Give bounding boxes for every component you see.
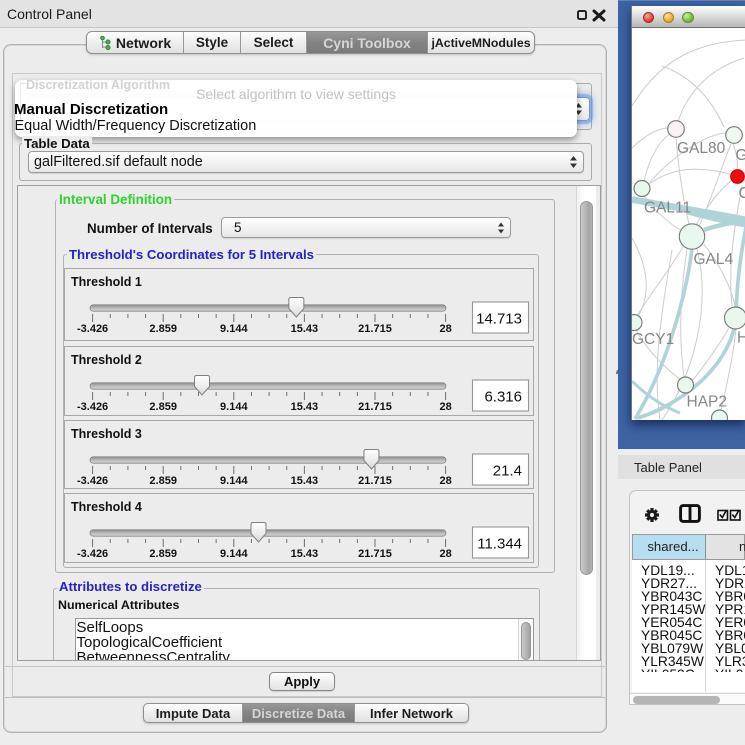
svg-text:14.713: 14.713 <box>476 311 522 328</box>
svg-text:9.144: 9.144 <box>220 401 248 413</box>
svg-text:28: 28 <box>439 475 451 487</box>
svg-text:15.43: 15.43 <box>291 548 319 560</box>
svg-text:15.43: 15.43 <box>291 475 319 487</box>
svg-text:21.715: 21.715 <box>358 475 392 487</box>
svg-text:-3.426: -3.426 <box>77 475 108 487</box>
svg-text:GAL80: GAL80 <box>677 140 726 157</box>
svg-text:28: 28 <box>439 548 451 560</box>
svg-text:GAL4: GAL4 <box>694 251 734 268</box>
svg-text:9.144: 9.144 <box>220 323 248 335</box>
svg-text:21.4: 21.4 <box>493 463 522 480</box>
svg-text:HAP2: HAP2 <box>687 394 728 411</box>
svg-text:9.144: 9.144 <box>220 475 248 487</box>
svg-text:28: 28 <box>439 401 451 413</box>
svg-text:2.859: 2.859 <box>149 323 177 335</box>
svg-text:11.344: 11.344 <box>477 536 522 553</box>
svg-text:C: C <box>739 185 745 202</box>
svg-text:G.: G. <box>736 147 745 164</box>
svg-text:9.144: 9.144 <box>220 548 248 560</box>
svg-text:2.859: 2.859 <box>149 548 177 560</box>
svg-text:21.715: 21.715 <box>358 548 392 560</box>
svg-text:GCY1: GCY1 <box>632 331 674 348</box>
svg-text:28: 28 <box>439 323 451 335</box>
svg-text:-3.426: -3.426 <box>77 548 108 560</box>
svg-text:15.43: 15.43 <box>291 401 319 413</box>
svg-text:6.316: 6.316 <box>484 388 522 405</box>
svg-text:21.715: 21.715 <box>358 323 392 335</box>
svg-text:2.859: 2.859 <box>149 475 177 487</box>
svg-text:2.859: 2.859 <box>149 401 177 413</box>
svg-text:GAL11: GAL11 <box>644 200 691 217</box>
svg-text:-3.426: -3.426 <box>77 401 108 413</box>
svg-text:H: H <box>737 330 745 347</box>
svg-text:21.715: 21.715 <box>358 401 392 413</box>
svg-text:-3.426: -3.426 <box>77 323 108 335</box>
svg-text:15.43: 15.43 <box>291 323 319 335</box>
